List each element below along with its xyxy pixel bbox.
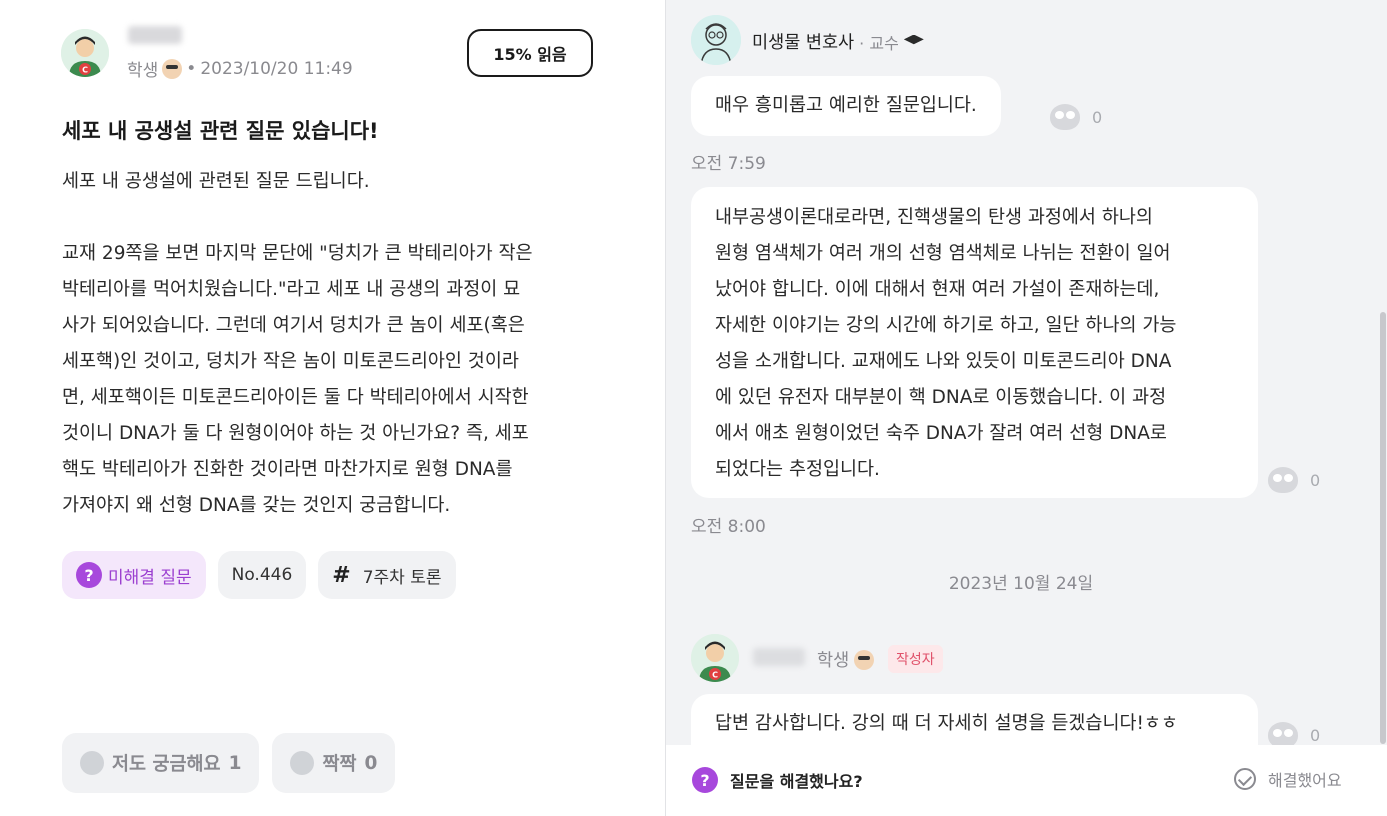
svg-text:C: C bbox=[712, 671, 718, 680]
post-meta: 학생 • 2023/10/20 11:49 bbox=[127, 56, 353, 81]
text-line: 에 있던 유전자 대부분이 핵 DNA로 이동했습니다. 이 과정 bbox=[715, 387, 1167, 408]
student-avatar[interactable]: C bbox=[691, 634, 739, 682]
post-pane: C 학생 • 2023/10/20 11:49 15% 읽음 세포 내 공생설 … bbox=[0, 0, 665, 816]
status-tag-label: 미해결 질문 bbox=[108, 567, 192, 588]
post-body: 세포 내 공생설에 관련된 질문 드립니다. 교재 29쪽을 보면 마지막 문단에… bbox=[62, 164, 602, 524]
like-button-2[interactable]: 0 bbox=[1268, 467, 1320, 493]
text-line bbox=[62, 200, 602, 236]
text-line: 에서 애초 원형이었던 숙주 DNA가 잘려 여러 선형 DNA로 bbox=[715, 423, 1167, 444]
like-button-1[interactable]: 0 bbox=[1050, 104, 1102, 130]
post-number-tag[interactable]: No.446 bbox=[217, 551, 307, 599]
student-emoji-icon bbox=[854, 649, 875, 670]
clap-button[interactable]: 짝짝 0 bbox=[272, 733, 396, 793]
student-avatar-icon: C bbox=[61, 29, 109, 77]
comment-thread-pane: 미생물 변호사 · 교수 매우 흥미롭고 예리한 질문입니다. 0 오전 7:5… bbox=[665, 0, 1387, 816]
date-separator: 2023년 10월 24일 bbox=[948, 574, 1094, 594]
comment-bubble-1: 매우 흥미롭고 예리한 질문입니다. bbox=[691, 76, 1001, 136]
text-line: 자세한 이야기는 강의 시간에 하기로 하고, 일단 하나의 가능 bbox=[715, 315, 1177, 336]
text-line: 사가 되어있습니다. 그런데 여기서 덩치가 큰 놈이 세포(혹은 bbox=[62, 315, 525, 336]
text-line: 원형 염색체가 여러 개의 선형 염색체로 나뉘는 전환이 일어 bbox=[715, 243, 1171, 264]
resolve-question: ? 질문을 해결했나요? bbox=[692, 767, 863, 793]
text-line: 교재 29쪽을 보면 마지막 문단에 "덩치가 큰 박테리아가 작은 bbox=[62, 243, 533, 264]
author-badge: 작성자 bbox=[888, 645, 943, 673]
author-avatar[interactable]: C bbox=[61, 29, 109, 77]
heart-eyes-icon bbox=[1050, 104, 1080, 130]
comment-bubble-2: 내부공생이론대로라면, 진핵생물의 탄생 과정에서 하나의원형 염색체가 여러 … bbox=[691, 187, 1258, 498]
post-tags: ? 미해결 질문 No.446 # 7주차 토론 bbox=[62, 551, 456, 599]
student-meta: 학생 bbox=[817, 647, 875, 672]
professor-role: · 교수 bbox=[859, 33, 899, 53]
student-role: 학생 bbox=[817, 651, 850, 671]
resolved-button[interactable]: 해결했어요 bbox=[1234, 767, 1342, 791]
topic-tag[interactable]: # 7주차 토론 bbox=[318, 551, 456, 599]
student-name-redacted bbox=[753, 648, 805, 666]
resolve-question-label: 질문을 해결했나요? bbox=[730, 772, 863, 791]
post-timestamp: 2023/10/20 11:49 bbox=[200, 58, 353, 79]
text-line: 박테리아를 먹어치웠습니다."라고 세포 내 공생의 과정이 묘 bbox=[62, 279, 521, 300]
topic-tag-label: 7주차 토론 bbox=[362, 567, 442, 588]
professor-name-line: 미생물 변호사 · 교수 bbox=[752, 29, 924, 54]
curious-face-icon bbox=[80, 751, 104, 775]
professor-name: 미생물 변호사 bbox=[752, 33, 855, 53]
read-progress-badge: 15% 읽음 bbox=[467, 29, 593, 77]
author-role: 학생 bbox=[127, 61, 159, 81]
clap-icon bbox=[290, 751, 315, 775]
svg-text:C: C bbox=[82, 66, 88, 75]
heart-eyes-icon bbox=[1268, 467, 1298, 493]
like-count-3: 0 bbox=[1310, 725, 1321, 745]
student-emoji-icon bbox=[162, 58, 183, 79]
resolved-button-label: 해결했어요 bbox=[1268, 771, 1342, 790]
thread-scrollbar[interactable] bbox=[1380, 312, 1386, 744]
resolve-bar: ? 질문을 해결했나요? 해결했어요 bbox=[666, 745, 1387, 816]
status-tag[interactable]: ? 미해결 질문 bbox=[62, 551, 206, 599]
text-line: 면, 세포핵이든 미토콘드리아이든 둘 다 박테리아에서 시작한 bbox=[62, 387, 529, 408]
meta-dot: • bbox=[186, 58, 197, 79]
question-icon: ? bbox=[692, 767, 718, 793]
reaction-row: 저도 궁금해요 1 짝짝 0 bbox=[62, 733, 396, 793]
clap-label: 짝짝 bbox=[322, 754, 357, 775]
student-reply-text: 답변 감사합니다. 강의 때 더 자세히 설명을 듣겠습니다!ㅎㅎ bbox=[715, 713, 1178, 734]
check-circle-icon bbox=[1234, 768, 1256, 790]
comment-time-1: 오전 7:59 bbox=[691, 154, 766, 174]
question-icon: ? bbox=[76, 562, 102, 588]
like-count-2: 0 bbox=[1310, 470, 1321, 490]
text-line: 가져야지 왜 선형 DNA를 갖는 것인지 궁금합니다. bbox=[62, 495, 451, 516]
curious-label: 저도 궁금해요 bbox=[112, 754, 221, 775]
professor-avatar[interactable] bbox=[691, 15, 741, 65]
like-count-1: 0 bbox=[1092, 107, 1103, 127]
post-number-label: No.446 bbox=[231, 565, 293, 585]
clap-count: 0 bbox=[364, 752, 378, 774]
text-line: 것이니 DNA가 둘 다 원형이어야 하는 것 아닌가요? 즉, 세포 bbox=[62, 423, 529, 444]
author-name-redacted bbox=[128, 26, 182, 44]
post-title: 세포 내 공생설 관련 질문 있습니다! bbox=[62, 119, 379, 143]
curious-count: 1 bbox=[228, 752, 242, 774]
text-line: 세포 내 공생설에 관련된 질문 드립니다. bbox=[62, 171, 370, 192]
hashtag-icon: # bbox=[332, 562, 351, 588]
graduation-cap-icon bbox=[903, 34, 924, 45]
text-line: 내부공생이론대로라면, 진핵생물의 탄생 과정에서 하나의 bbox=[715, 207, 1153, 228]
text-line: 매우 흥미롭고 예리한 질문입니다. bbox=[715, 95, 977, 116]
student-avatar-icon: C bbox=[691, 634, 739, 682]
text-line: 세포핵)인 것이고, 덩치가 작은 놈이 미토콘드리아인 것이라 bbox=[62, 351, 519, 372]
professor-avatar-icon bbox=[691, 15, 741, 65]
text-line: 성을 소개합니다. 교재에도 나와 있듯이 미토콘드리아 DNA bbox=[715, 351, 1172, 372]
text-line: 되었다는 추정입니다. bbox=[715, 459, 880, 480]
text-line: 났어야 합니다. 이에 대해서 현재 여러 가설이 존재하는데, bbox=[715, 279, 1160, 300]
curious-button[interactable]: 저도 궁금해요 1 bbox=[62, 733, 260, 793]
text-line: 핵도 박테리아가 진화한 것이라면 마찬가지로 원형 DNA를 bbox=[62, 459, 513, 480]
comment-time-2: 오전 8:00 bbox=[691, 517, 766, 537]
